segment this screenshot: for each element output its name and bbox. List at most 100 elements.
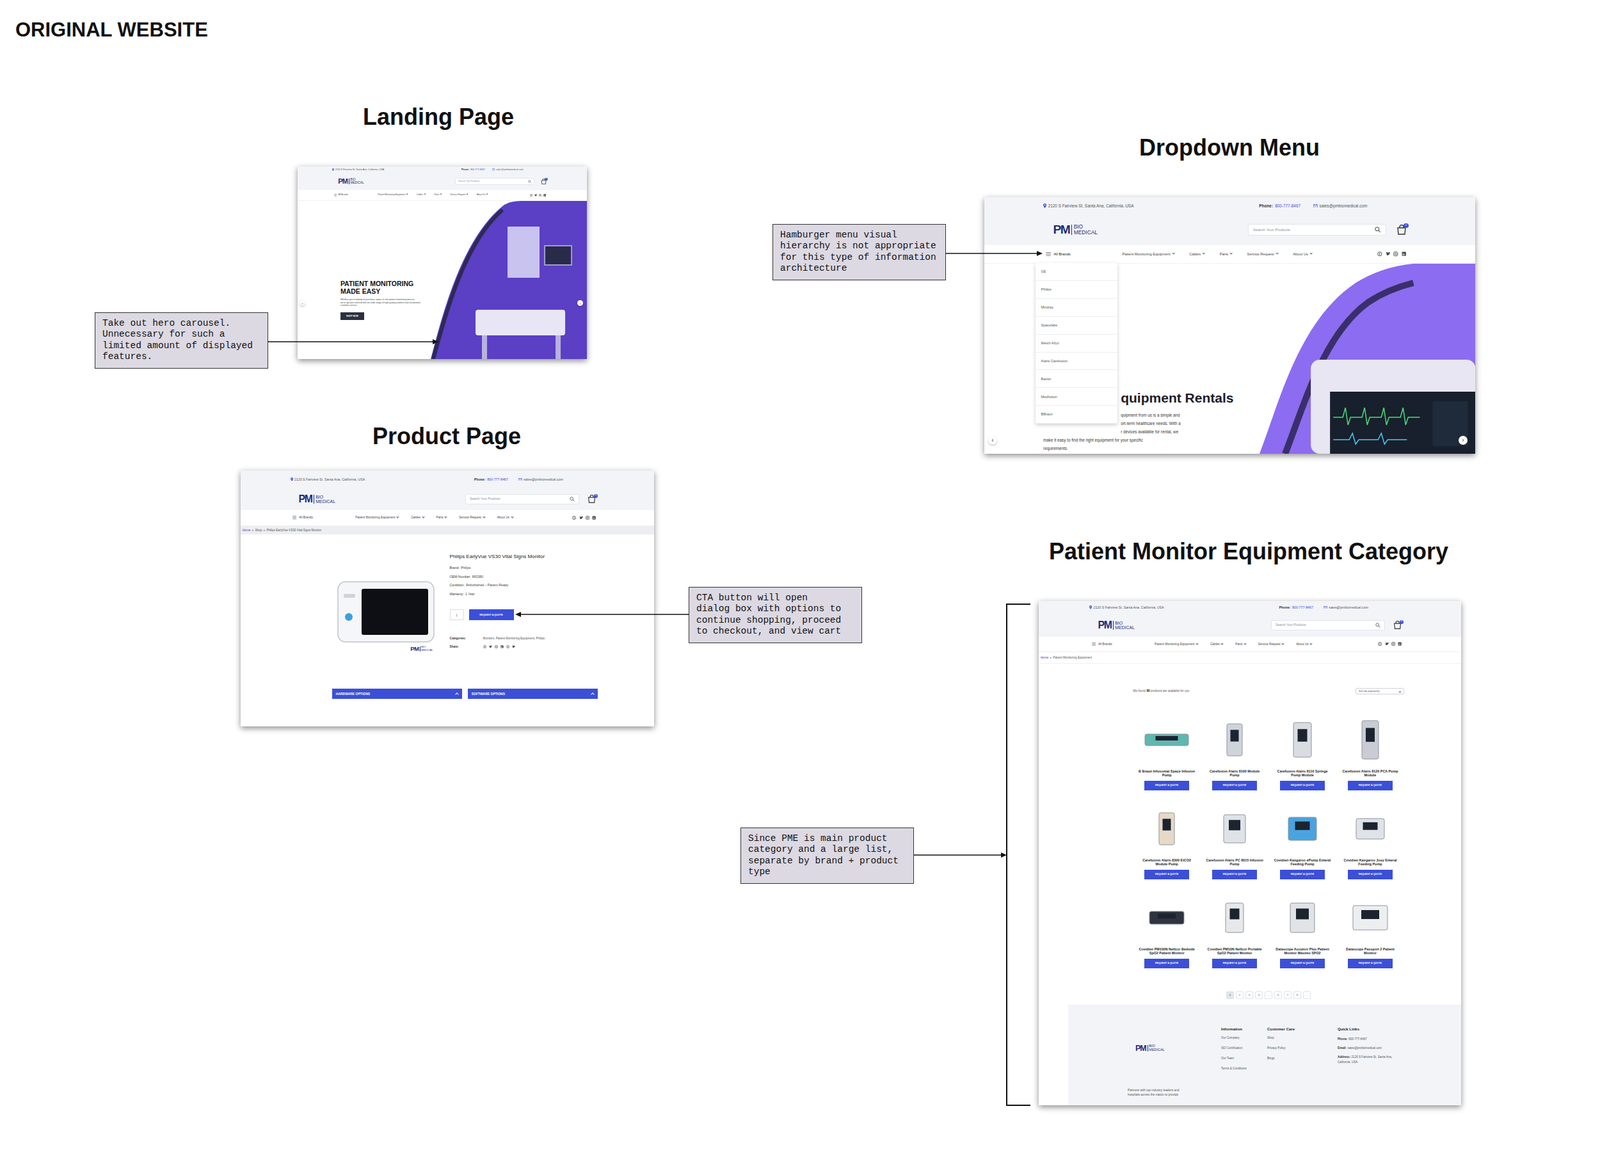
footer-logo-mark[interactable]: PMBIOMEDICAL bbox=[1135, 1044, 1222, 1053]
search-input[interactable] bbox=[469, 497, 568, 502]
carousel-prev-button[interactable]: ‹ bbox=[988, 435, 998, 445]
page-button[interactable]: → bbox=[1303, 991, 1311, 1000]
pinterest-icon[interactable] bbox=[483, 645, 487, 649]
pinterest-icon[interactable] bbox=[1377, 641, 1382, 646]
brand-menu-item[interactable]: GE bbox=[1035, 263, 1118, 281]
product-name[interactable]: Carefusion Alaris 8120 PCA Pump Module bbox=[1341, 769, 1400, 778]
image-watermark-logo[interactable]: PMBIOMEDICAL bbox=[410, 645, 433, 653]
phone-number[interactable]: 800-777-8467 bbox=[487, 477, 509, 482]
footer-link[interactable]: Shop bbox=[1267, 1032, 1338, 1044]
nav-link[interactable]: Cables bbox=[410, 515, 424, 520]
instagram-icon[interactable] bbox=[585, 515, 590, 520]
brand-menu-item[interactable]: Welch Allyn bbox=[1035, 334, 1118, 353]
request-quote-button[interactable]: REQUEST A QUOTE bbox=[1280, 958, 1325, 969]
twitter-icon[interactable] bbox=[1384, 641, 1389, 646]
email-address[interactable]: sales@pmbiomedical.com bbox=[523, 477, 564, 482]
footer-link[interactable]: Terms & Conditions bbox=[1221, 1063, 1268, 1074]
page-button[interactable]: 6 bbox=[1274, 991, 1282, 1000]
carousel-prev-button[interactable]: ‹ bbox=[299, 300, 306, 306]
breadcrumb-item[interactable]: Home bbox=[1040, 656, 1049, 660]
cart-button[interactable]: 0 bbox=[587, 494, 596, 504]
page-button[interactable]: 7 bbox=[1283, 991, 1292, 1000]
footer-link[interactable]: Blogs bbox=[1267, 1053, 1338, 1064]
request-quote-button[interactable]: REQUEST A QUOTE bbox=[1212, 958, 1257, 969]
request-quote-button[interactable]: REQUEST A QUOTE bbox=[1212, 869, 1257, 880]
footer-link[interactable]: Our Team bbox=[1221, 1053, 1268, 1064]
twitter-icon[interactable] bbox=[534, 193, 537, 197]
nav-link[interactable]: Cables bbox=[416, 193, 426, 197]
options-accordion[interactable]: SOFTWARE OPTIONS bbox=[467, 688, 598, 699]
linkedin-icon[interactable] bbox=[592, 515, 596, 520]
request-quote-button[interactable]: REQUEST A QUOTE bbox=[1280, 869, 1325, 880]
product-name[interactable]: Carefusion Alaris 8300 EtCO2 Module Pump bbox=[1137, 858, 1196, 867]
product-name[interactable]: Covidien PM100N Nellcor Bedside SpO2 Pat… bbox=[1137, 947, 1196, 956]
breadcrumb-item[interactable]: Home bbox=[242, 528, 251, 533]
cart-button[interactable]: 0 bbox=[1393, 620, 1402, 630]
request-quote-button[interactable]: REQUEST A QUOTE bbox=[1144, 958, 1190, 969]
linkedin-icon[interactable] bbox=[500, 645, 504, 649]
brand-menu-item[interactable]: BBraun bbox=[1035, 405, 1118, 424]
nav-link[interactable]: Patient Monitoring Equipment bbox=[355, 515, 399, 520]
request-quote-button[interactable]: REQUEST A QUOTE bbox=[1347, 869, 1393, 880]
linkedin-icon[interactable] bbox=[1397, 641, 1402, 646]
request-quote-button[interactable]: REQUEST A QUOTE bbox=[1144, 869, 1190, 880]
instagram-icon[interactable] bbox=[1391, 641, 1396, 646]
page-button[interactable]: 1 bbox=[1226, 991, 1234, 1000]
product-name[interactable]: Datascope Accutorr Plus Patient Monitor … bbox=[1273, 947, 1332, 956]
pinterest-icon[interactable] bbox=[506, 645, 510, 649]
brand-menu-item[interactable]: Medfusion bbox=[1035, 387, 1118, 406]
cart-button[interactable]: 0 bbox=[1396, 224, 1407, 235]
all-brands-menu-button[interactable]: All Brands bbox=[1045, 252, 1071, 257]
search-input[interactable] bbox=[458, 179, 527, 184]
footer-link[interactable]: Our Company bbox=[1221, 1032, 1268, 1044]
all-brands-menu-button[interactable]: All Brands bbox=[334, 193, 349, 197]
request-quote-button[interactable]: REQUEST A QUOTE bbox=[1144, 780, 1190, 791]
product-name[interactable]: Carefusion Alaris 8100 Module Pump bbox=[1205, 769, 1264, 778]
all-brands-menu-button[interactable]: All Brands bbox=[1091, 642, 1113, 647]
pinterest-icon[interactable] bbox=[572, 515, 576, 520]
request-quote-button[interactable]: REQUEST A QUOTE bbox=[1212, 780, 1257, 791]
all-brands-menu-button[interactable]: All Brands bbox=[292, 515, 313, 520]
instagram-icon[interactable] bbox=[494, 645, 498, 649]
nav-link[interactable]: About Us bbox=[476, 193, 489, 197]
search-icon[interactable] bbox=[569, 496, 575, 502]
site-logo[interactable]: PMBIOMEDICAL bbox=[1052, 223, 1098, 236]
request-quote-button[interactable]: REQUEST A QUOTE bbox=[1280, 780, 1325, 791]
email-address[interactable]: sales@pmbiomedical.com bbox=[1319, 203, 1368, 209]
brand-menu-item[interactable]: Spacelabs bbox=[1035, 316, 1118, 335]
nav-link[interactable]: Cables bbox=[1210, 642, 1224, 647]
brand-menu-item[interactable]: Mindray bbox=[1035, 298, 1118, 317]
nav-link[interactable]: Parts bbox=[1235, 642, 1247, 647]
page-button[interactable]: 3 bbox=[1245, 991, 1254, 1000]
request-quote-button[interactable]: REQUEST A QUOTE bbox=[1347, 958, 1393, 969]
nav-link[interactable]: Patient Monitoring Equipment bbox=[1121, 252, 1175, 257]
nav-link[interactable]: Parts bbox=[433, 193, 442, 197]
instagram-icon[interactable] bbox=[538, 193, 542, 197]
nav-link[interactable]: Parts bbox=[435, 515, 447, 520]
request-quote-button[interactable]: REQUEST A QUOTE bbox=[1347, 780, 1393, 791]
carousel-next-button[interactable]: › bbox=[577, 300, 584, 306]
twitter-icon[interactable] bbox=[1385, 251, 1391, 256]
linkedin-icon[interactable] bbox=[543, 193, 546, 197]
categories-links[interactable]: Monitors, Patient Monitoring Equipment, … bbox=[483, 634, 546, 643]
footer-link[interactable]: ISO Certification bbox=[1221, 1043, 1268, 1054]
search-icon[interactable] bbox=[1374, 226, 1382, 233]
shop-now-button[interactable]: SHOP NOW bbox=[340, 312, 365, 320]
site-logo[interactable]: PMBIOMEDICAL bbox=[1097, 620, 1135, 631]
nav-link[interactable]: About Us bbox=[1296, 642, 1312, 647]
search-icon[interactable] bbox=[528, 179, 532, 184]
product-name[interactable]: Covidien Kangaroo ePump Enteral Feeding … bbox=[1273, 858, 1332, 867]
nav-link[interactable]: Service Request bbox=[1258, 642, 1284, 647]
phone-number[interactable]: 800-777-8467 bbox=[1274, 203, 1301, 209]
breadcrumb-item[interactable]: Shop bbox=[254, 528, 262, 533]
search-input[interactable] bbox=[1253, 227, 1373, 233]
product-name[interactable]: B Braun Infusomat Space Infusion Pump bbox=[1137, 769, 1196, 778]
brand-menu-item[interactable]: Alaris Carefusion bbox=[1035, 352, 1118, 371]
brand-menu-item[interactable]: Philips bbox=[1035, 280, 1118, 299]
request-quote-button[interactable]: REQUEST A QUOTE bbox=[469, 609, 514, 621]
product-name[interactable]: Carefusion Alaris PC 8015 Infusion Pump bbox=[1205, 858, 1264, 867]
phone-number[interactable]: 800-777-8467 bbox=[470, 168, 486, 171]
cart-button[interactable]: 0 bbox=[540, 178, 547, 185]
product-name[interactable]: Carefusion Alaris 8110 Syringe Pump Modu… bbox=[1273, 769, 1332, 778]
options-accordion[interactable]: HARDWARE OPTIONS bbox=[332, 688, 463, 699]
